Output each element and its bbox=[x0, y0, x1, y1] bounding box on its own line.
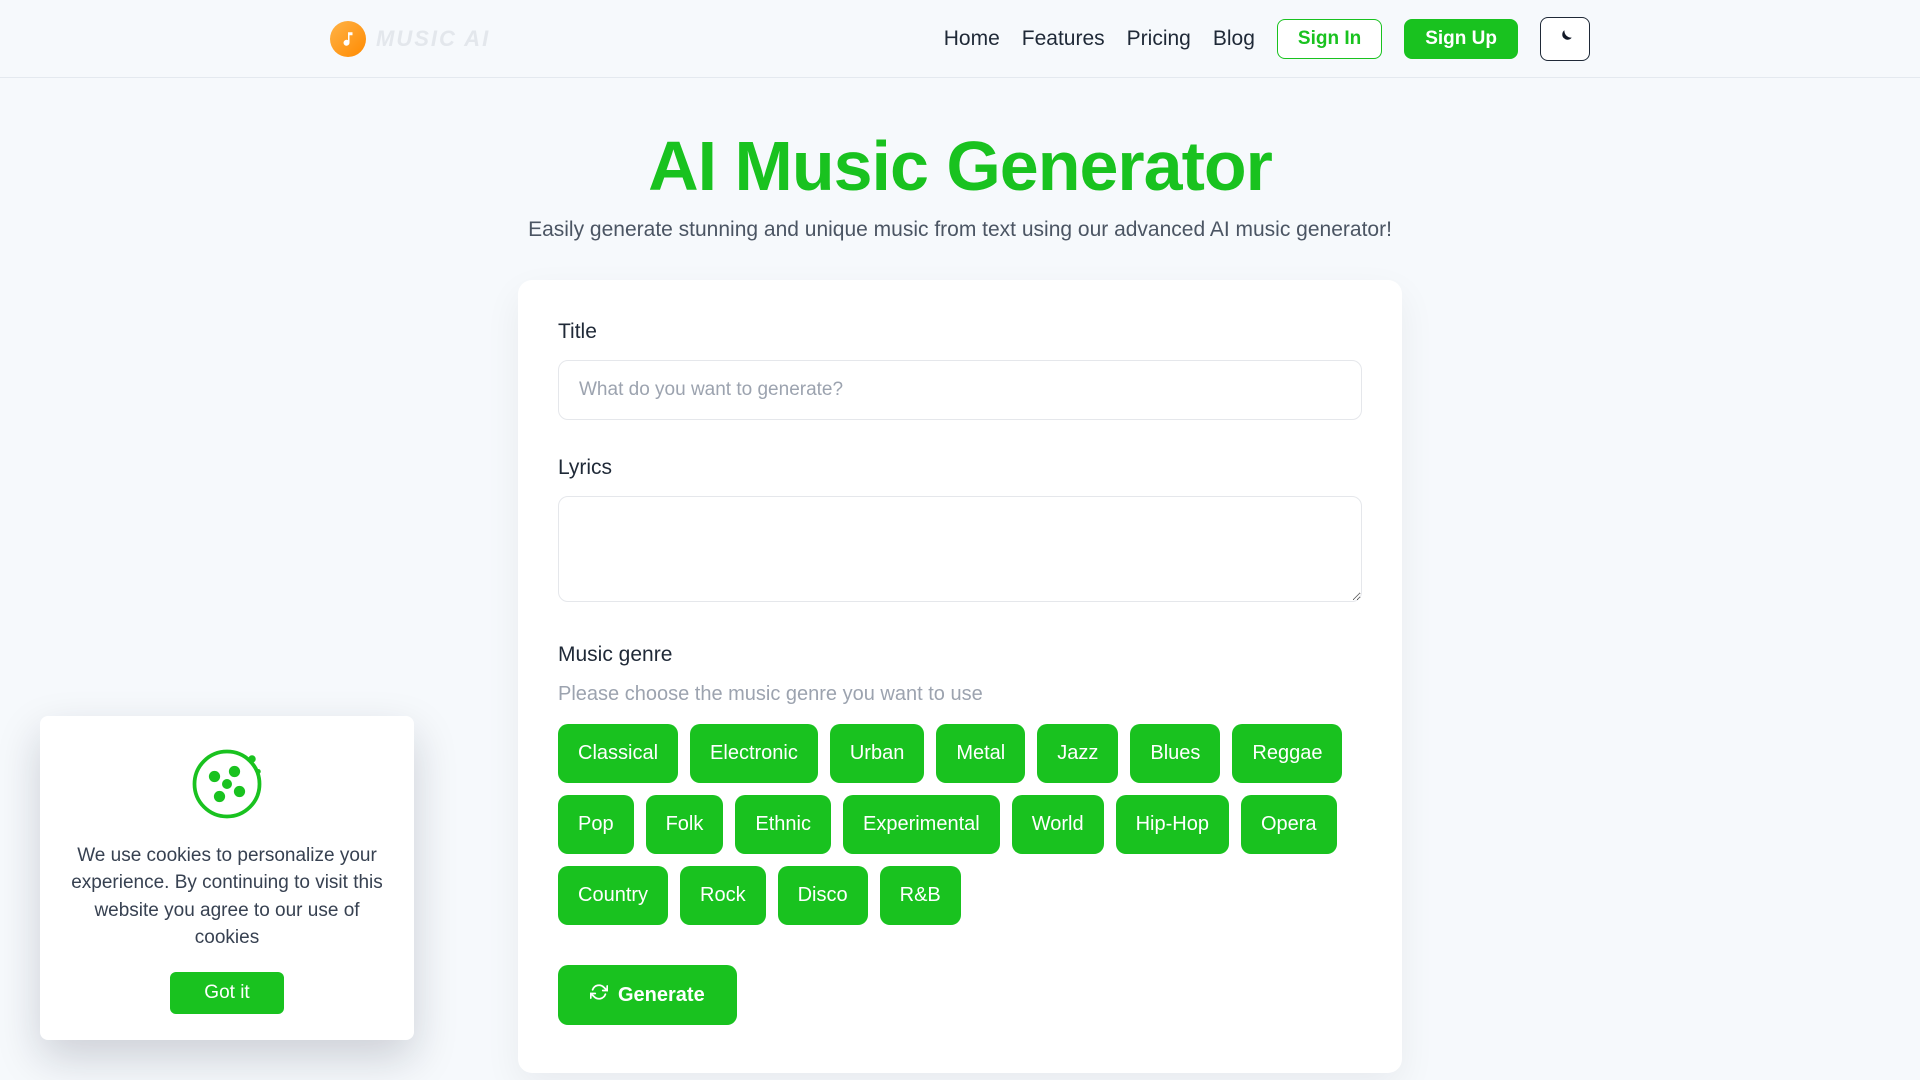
lyrics-textarea[interactable] bbox=[558, 496, 1362, 602]
cookie-accept-button[interactable]: Got it bbox=[170, 972, 283, 1014]
refresh-icon bbox=[590, 983, 608, 1007]
site-header: MUSIC AI Home Features Pricing Blog Sign… bbox=[0, 0, 1920, 78]
genre-chip-ethnic[interactable]: Ethnic bbox=[735, 795, 831, 854]
cookie-banner: We use cookies to personalize your exper… bbox=[40, 716, 414, 1040]
genre-chip-pop[interactable]: Pop bbox=[558, 795, 634, 854]
theme-toggle-button[interactable] bbox=[1540, 17, 1590, 61]
title-field-block: Title bbox=[558, 320, 1362, 420]
hero-section: AI Music Generator Easily generate stunn… bbox=[0, 78, 1920, 280]
genre-hint: Please choose the music genre you want t… bbox=[558, 683, 1362, 706]
moon-icon bbox=[1556, 28, 1574, 49]
sign-in-button[interactable]: Sign In bbox=[1277, 19, 1382, 59]
genre-chip-world[interactable]: World bbox=[1012, 795, 1104, 854]
generate-button-label: Generate bbox=[618, 984, 705, 1007]
nav-pricing[interactable]: Pricing bbox=[1127, 27, 1191, 51]
genre-field-block: Music genre Please choose the music genr… bbox=[558, 643, 1362, 925]
music-note-icon bbox=[330, 21, 366, 57]
cookie-text: We use cookies to personalize your exper… bbox=[64, 842, 390, 952]
genre-chip-electronic[interactable]: Electronic bbox=[690, 724, 818, 783]
genre-chip-disco[interactable]: Disco bbox=[778, 866, 868, 925]
genre-chip-experimental[interactable]: Experimental bbox=[843, 795, 1000, 854]
brand-name: MUSIC AI bbox=[376, 26, 490, 52]
title-label: Title bbox=[558, 320, 1362, 344]
genre-chip-reggae[interactable]: Reggae bbox=[1232, 724, 1342, 783]
genre-chip-blues[interactable]: Blues bbox=[1130, 724, 1220, 783]
genre-chip-urban[interactable]: Urban bbox=[830, 724, 924, 783]
genre-chip-opera[interactable]: Opera bbox=[1241, 795, 1337, 854]
page-title: AI Music Generator bbox=[0, 126, 1920, 206]
title-input[interactable] bbox=[558, 360, 1362, 420]
genre-label: Music genre bbox=[558, 643, 1362, 667]
page-subtitle: Easily generate stunning and unique musi… bbox=[0, 218, 1920, 242]
sign-up-button[interactable]: Sign Up bbox=[1404, 19, 1518, 59]
genre-chip-r-b[interactable]: R&B bbox=[880, 866, 961, 925]
nav-blog[interactable]: Blog bbox=[1213, 27, 1255, 51]
genre-chip-jazz[interactable]: Jazz bbox=[1037, 724, 1118, 783]
generate-button[interactable]: Generate bbox=[558, 965, 737, 1025]
genre-chip-country[interactable]: Country bbox=[558, 866, 668, 925]
genre-chip-classical[interactable]: Classical bbox=[558, 724, 678, 783]
genre-chip-metal[interactable]: Metal bbox=[936, 724, 1025, 783]
genre-chip-folk[interactable]: Folk bbox=[646, 795, 724, 854]
nav-home[interactable]: Home bbox=[944, 27, 1000, 51]
generator-card: Title Lyrics Music genre Please choose t… bbox=[518, 280, 1402, 1073]
primary-nav: Home Features Pricing Blog Sign In Sign … bbox=[944, 17, 1590, 61]
nav-features[interactable]: Features bbox=[1022, 27, 1105, 51]
lyrics-label: Lyrics bbox=[558, 456, 1362, 480]
brand-logo[interactable]: MUSIC AI bbox=[330, 21, 490, 57]
lyrics-field-block: Lyrics bbox=[558, 456, 1362, 607]
genre-grid: ClassicalElectronicUrbanMetalJazzBluesRe… bbox=[558, 724, 1362, 925]
cookie-icon bbox=[64, 744, 390, 824]
genre-chip-rock[interactable]: Rock bbox=[680, 866, 766, 925]
genre-chip-hip-hop[interactable]: Hip-Hop bbox=[1116, 795, 1229, 854]
